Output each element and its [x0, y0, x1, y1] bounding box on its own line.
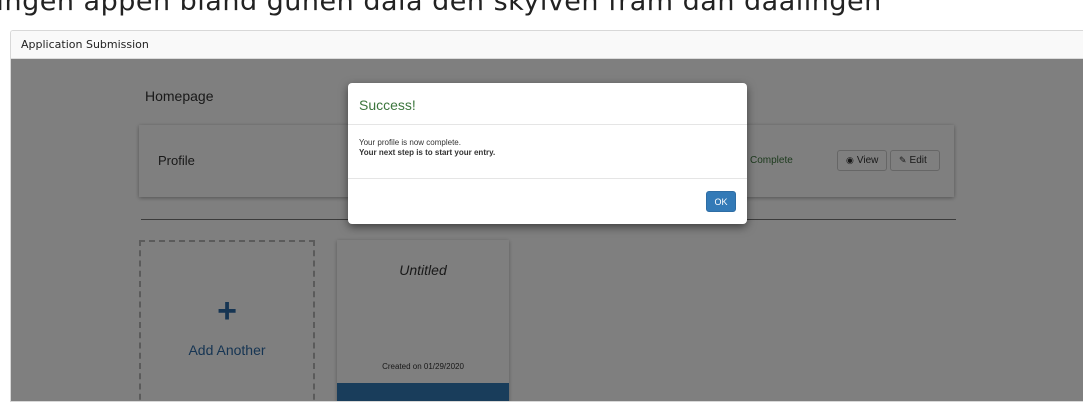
modal-body: Your profile is now complete. Your next … — [348, 125, 747, 179]
ok-button[interactable]: OK — [706, 191, 736, 212]
modal-title: Success! — [359, 97, 416, 113]
cropped-heading-text: Ingen appen bland gunen dala den skylven… — [0, 0, 882, 17]
panel-title: Application Submission — [11, 31, 1083, 59]
modal-message-line2: Your next step is to start your entry. — [359, 148, 496, 157]
success-modal: Success! Your profile is now complete. Y… — [348, 83, 747, 224]
cropped-heading-strip: Ingen appen bland gunen dala den skylven… — [0, 0, 1083, 30]
modal-message-line1: Your profile is now complete. — [359, 138, 461, 147]
modal-header: Success! — [348, 83, 747, 125]
